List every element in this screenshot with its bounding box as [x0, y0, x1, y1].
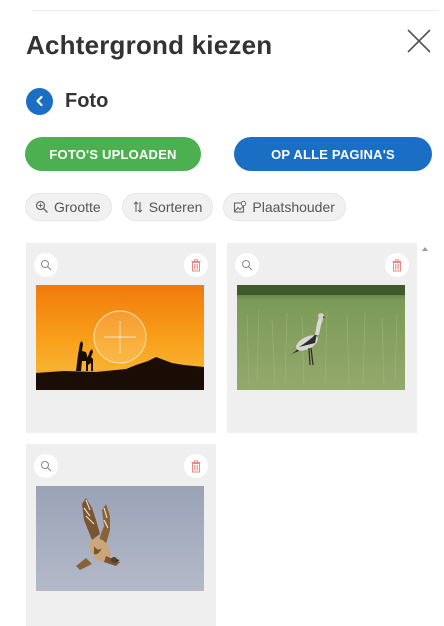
gallery-scrollbar[interactable]	[420, 243, 430, 626]
section-label: Foto	[65, 89, 109, 112]
photo-gallery	[26, 243, 417, 626]
photo-tile	[26, 243, 216, 433]
zoom-icon	[242, 260, 253, 271]
apply-all-pages-button[interactable]: OP ALLE PAGINA'S	[234, 137, 432, 171]
sort-chip[interactable]: Sorteren	[121, 193, 214, 221]
zoom-button[interactable]	[34, 253, 58, 277]
trash-icon	[191, 459, 201, 472]
size-filter-label: Grootte	[54, 199, 101, 215]
photo-thumbnail-buzzard[interactable]	[36, 486, 204, 591]
sort-label: Sorteren	[148, 199, 203, 215]
photo-thumbnail-giraffes[interactable]	[36, 285, 204, 390]
zoom-button[interactable]	[34, 454, 58, 478]
delete-button[interactable]	[184, 454, 208, 478]
sort-icon	[133, 201, 143, 213]
photo-tile	[227, 243, 417, 433]
zoom-icon	[41, 461, 52, 472]
trash-icon	[191, 258, 201, 271]
delete-button[interactable]	[385, 253, 409, 277]
delete-button[interactable]	[184, 253, 208, 277]
back-button[interactable]	[26, 87, 53, 115]
placeholder-chip[interactable]: Plaatshouder	[223, 193, 346, 221]
chevron-left-icon	[35, 95, 43, 107]
selected-indicator-icon	[93, 310, 147, 364]
zoom-icon	[41, 260, 52, 271]
upload-photos-button[interactable]: FOTO'S UPLOADEN	[25, 137, 201, 171]
zoom-button[interactable]	[235, 253, 259, 277]
photo-thumbnail-secretary-bird[interactable]	[237, 285, 405, 390]
placeholder-image-icon	[234, 200, 247, 213]
scroll-up-arrow-icon[interactable]	[422, 247, 428, 251]
filter-bar: Grootte Sorteren Plaatshouder	[25, 193, 346, 221]
placeholder-label: Plaatshouder	[252, 199, 335, 215]
background-picker-panel: Achtergrond kiezen Foto FOTO'S UPLOADEN …	[0, 0, 444, 626]
section-header: Foto	[26, 87, 108, 115]
photo-tile	[26, 444, 216, 626]
close-button[interactable]	[405, 27, 433, 55]
zoom-icon	[35, 200, 48, 213]
size-filter-chip[interactable]: Grootte	[25, 193, 112, 221]
panel-title: Achtergrond kiezen	[26, 30, 273, 60]
close-icon	[407, 29, 431, 53]
divider	[32, 10, 438, 11]
trash-icon	[392, 258, 402, 271]
